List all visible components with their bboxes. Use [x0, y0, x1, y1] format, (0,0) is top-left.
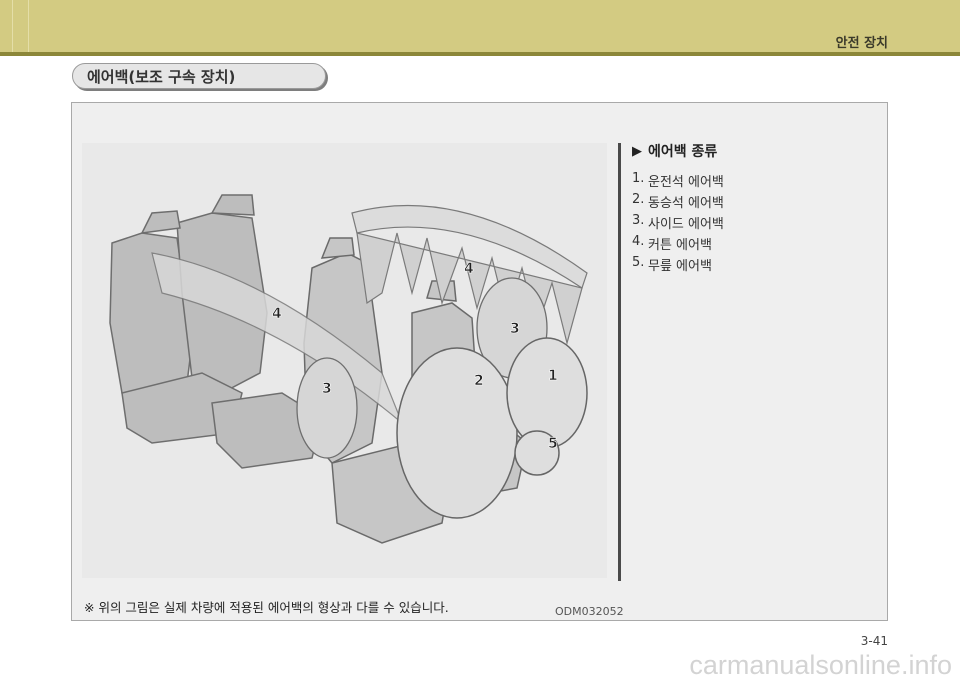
header-stripe [28, 0, 29, 52]
legend-item: 5. 무릎 에어백 [632, 255, 872, 276]
legend-item-label: 동승석 에어백 [648, 196, 724, 211]
airbag-legend: ▶ 에어백 종류 1. 운전석 에어백 2. 동승석 에어백 3. 사이드 에어… [632, 141, 872, 276]
section-heading: 에어백(보조 구속 장치) [72, 63, 326, 89]
callout-1-driver: 1 [548, 368, 558, 384]
header-stripe [12, 0, 13, 52]
legend-item-label: 커튼 에어백 [648, 238, 712, 253]
legend-item: 2. 동승석 에어백 [632, 192, 872, 213]
chapter-title: 안전 장치 [835, 36, 888, 51]
callout-3-driver-side: 3 [322, 381, 332, 397]
legend-title: 에어백 종류 [648, 144, 718, 160]
legend-item-label: 무릎 에어백 [648, 259, 712, 274]
disclaimer-note: ※ 위의 그림은 실제 차량에 적용된 에어백의 형상과 다를 수 있습니다. [84, 600, 449, 615]
page-number: 3-41 [860, 634, 888, 648]
triangle-bullet-icon: ▶ [632, 143, 642, 159]
section-title: 에어백(보조 구속 장치) [87, 67, 236, 86]
legend-item: 4. 커튼 에어백 [632, 234, 872, 255]
header-bar [0, 0, 960, 52]
airbag-diagram: 4 4 3 3 2 1 5 [109, 194, 588, 544]
image-code: ODM032052 [555, 605, 624, 618]
legend-item-number: 4. [632, 234, 645, 249]
legend-item-number: 5. [632, 255, 645, 270]
watermark-brand: carmanualsonline.info [689, 650, 952, 680]
legend-item-number: 3. [632, 213, 645, 228]
content-panel: 4 4 3 3 2 1 5 ODM032052 ▶ 에어백 종류 1. 운전석 … [71, 102, 888, 621]
callout-4-curtain: 4 [464, 261, 474, 277]
legend-item-label: 운전석 에어백 [648, 175, 724, 190]
legend-item: 1. 운전석 에어백 [632, 171, 872, 192]
header-rule [0, 52, 960, 56]
front-airbags [396, 337, 588, 519]
callout-5-knee: 5 [548, 436, 558, 452]
callout-3-passenger-side: 3 [510, 321, 520, 337]
legend-item-number: 2. [632, 192, 645, 207]
callout-2-passenger: 2 [474, 373, 484, 389]
callout-4-rear-curtain: 4 [272, 306, 282, 322]
legend-item-number: 1. [632, 171, 645, 186]
legend-heading: ▶ 에어백 종류 [632, 141, 872, 161]
legend-item: 3. 사이드 에어백 [632, 213, 872, 234]
airbag-illustration: 4 4 3 3 2 1 5 ODM032052 [82, 143, 624, 618]
legend-item-label: 사이드 에어백 [648, 217, 724, 232]
legend-divider [618, 143, 621, 581]
